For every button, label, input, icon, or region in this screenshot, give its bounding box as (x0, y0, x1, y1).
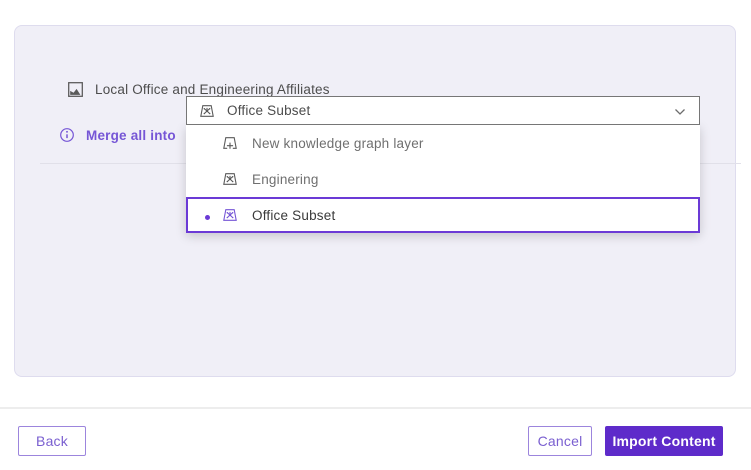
chevron-down-icon (674, 108, 686, 116)
dataset-chart-icon (67, 81, 84, 98)
info-icon[interactable] (59, 127, 75, 143)
dropdown-option-enginering[interactable]: Enginering (186, 161, 700, 197)
merge-row: Merge all into (59, 127, 176, 143)
dropdown-option-label: New knowledge graph layer (252, 136, 424, 151)
import-content-button[interactable]: Import Content (605, 426, 723, 456)
merge-target-select[interactable]: Office Subset (186, 96, 700, 125)
back-button[interactable]: Back (18, 426, 86, 456)
knowledge-graph-layer-icon (222, 207, 238, 223)
new-knowledge-graph-layer-icon (222, 135, 238, 151)
knowledge-graph-layer-icon (199, 103, 215, 119)
dropdown-option-new-layer[interactable]: New knowledge graph layer (186, 125, 700, 161)
merge-target-dropdown: New knowledge graph layer Enginering (186, 125, 700, 233)
selected-bullet-icon (205, 215, 210, 220)
cancel-button[interactable]: Cancel (528, 426, 592, 456)
knowledge-graph-layer-icon (222, 171, 238, 187)
footer-divider (0, 407, 751, 409)
dropdown-option-label: Enginering (252, 172, 319, 187)
dataset-label: Local Office and Engineering Affiliates (95, 82, 330, 97)
dropdown-option-label: Office Subset (252, 208, 335, 223)
import-dialog: Local Office and Engineering Affiliates … (0, 0, 751, 470)
select-value: Office Subset (227, 103, 310, 118)
merge-all-into-label: Merge all into (86, 128, 176, 143)
dropdown-option-office-subset[interactable]: Office Subset (186, 197, 700, 233)
